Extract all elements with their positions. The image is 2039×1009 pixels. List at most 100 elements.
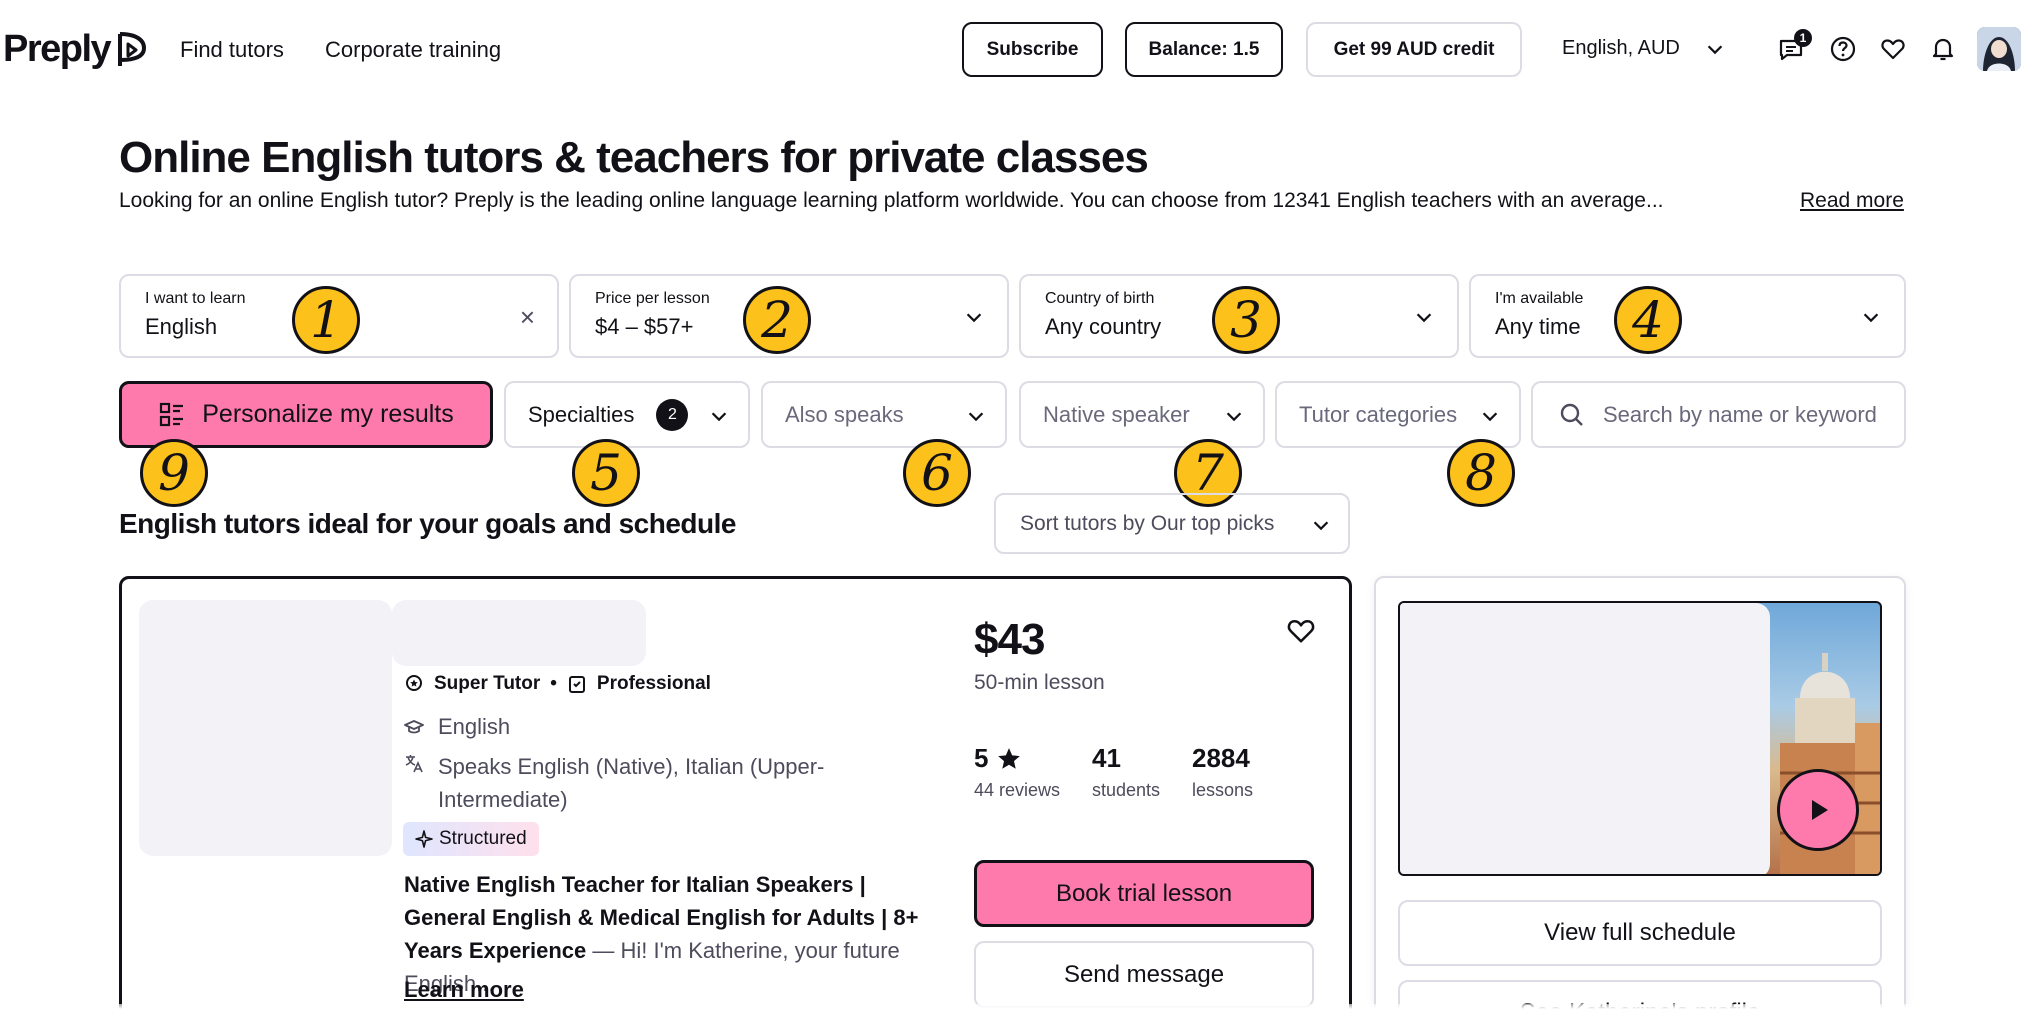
search-by-name-input[interactable]: Search by name or keyword (1531, 381, 1906, 448)
filter-tutor-categories[interactable]: Tutor categories (1275, 381, 1521, 448)
structured-badge: Structured (403, 822, 539, 856)
language-currency-selector[interactable]: English, AUD (1562, 37, 1726, 60)
marker-2: 2 (743, 286, 811, 354)
chevron-down-icon (711, 412, 727, 422)
nav-corporate-training[interactable]: Corporate training (325, 37, 501, 63)
marker-6: 6 (903, 439, 971, 507)
user-avatar[interactable] (1977, 27, 2021, 71)
filter-also-speaks[interactable]: Also speaks (761, 381, 1007, 448)
lessons-count: 2884 (1192, 743, 1250, 773)
heart-icon[interactable] (1285, 615, 1317, 647)
chevron-down-icon (1226, 412, 1242, 422)
rating-value: 5 (974, 743, 989, 773)
help-icon (1830, 36, 1856, 62)
filter-value: Any time (1495, 314, 1581, 339)
nav-find-tutors[interactable]: Find tutors (180, 37, 284, 63)
help-button[interactable] (1827, 33, 1859, 65)
page-description: Looking for an online English tutor? Pre… (119, 189, 1664, 212)
results-title: English tutors ideal for your goals and … (119, 508, 737, 539)
marker-5: 5 (572, 439, 640, 507)
star-icon (998, 747, 1021, 769)
search-placeholder: Search by name or keyword (1603, 401, 1877, 427)
tutor-photo-placeholder[interactable] (139, 600, 392, 856)
tutor-name-placeholder[interactable] (392, 600, 646, 666)
play-icon (1812, 800, 1828, 820)
subject-label: English (438, 714, 511, 739)
saved-tutors-button[interactable] (1877, 33, 1909, 65)
also-speaks-label: Also speaks (785, 401, 904, 427)
subscribe-button[interactable]: Subscribe (962, 22, 1103, 77)
chevron-down-icon (1482, 412, 1498, 422)
marker-9: 9 (140, 439, 208, 507)
tutor-side-card: View full schedule See Katherine's profi… (1374, 576, 1906, 1009)
preply-logo[interactable]: Preply (3, 28, 148, 71)
heart-icon (1881, 39, 1905, 60)
clear-icon[interactable]: × (520, 302, 535, 333)
language-currency-label: English, AUD (1562, 37, 1680, 59)
filter-specialties[interactable]: Specialties 2 (504, 381, 750, 448)
send-message-button[interactable]: Send message (974, 941, 1314, 1008)
notifications-button[interactable] (1927, 33, 1959, 65)
students-count: 41 (1092, 743, 1121, 773)
personalize-icon (160, 402, 184, 426)
balance-button[interactable]: Balance: 1.5 (1125, 22, 1283, 77)
tutor-badges: Super Tutor • Professional (404, 673, 711, 695)
play-button[interactable] (1777, 769, 1859, 851)
avatar-image (1977, 27, 2021, 71)
sort-dropdown[interactable]: Sort tutors by Our top picks (994, 493, 1350, 554)
video-placeholder (1400, 603, 1770, 874)
get-credit-button[interactable]: Get 99 AUD credit (1306, 22, 1522, 77)
chevron-down-icon (1313, 521, 1329, 531)
students-label: students (1092, 780, 1161, 800)
bottom-fade (0, 1004, 2039, 1009)
messages-badge: 1 (1794, 29, 1812, 47)
professional-icon (568, 676, 585, 693)
lessons-label: lessons (1192, 780, 1254, 800)
book-trial-lesson-button[interactable]: Book trial lesson (974, 860, 1314, 927)
chevron-down-icon (966, 313, 982, 323)
chevron-down-icon (1707, 44, 1723, 54)
bell-icon (1932, 38, 1954, 61)
structured-label: Structured (439, 828, 527, 849)
chevron-down-icon (1863, 313, 1879, 323)
graduation-cap-icon (404, 720, 424, 734)
page-title: Online English tutors & teachers for pri… (119, 133, 1149, 182)
super-tutor-label: Super Tutor (434, 673, 541, 694)
filter-label: I'm available (1495, 290, 1584, 307)
read-more-link[interactable]: Read more (1800, 189, 1904, 213)
top-header: Preply Find tutors Corporate training Su… (0, 0, 2039, 100)
speaks-label: Speaks English (Native), Italian (Upper-… (438, 754, 825, 812)
reviews-label: 44 reviews (974, 780, 1061, 800)
lesson-price: $43 (974, 615, 1045, 664)
personalize-results-button[interactable]: Personalize my results (119, 381, 493, 448)
professional-label: Professional (596, 673, 711, 694)
chevron-down-icon (968, 412, 984, 422)
filter-availability[interactable]: I'm available Any time (1469, 274, 1906, 358)
tutor-card[interactable]: Super Tutor • Professional English Speak… (119, 576, 1352, 1009)
specialties-label: Specialties (528, 401, 635, 427)
learn-more-link[interactable]: Learn more (404, 977, 524, 1003)
lessons-stat: 2884 lessons (1192, 743, 1253, 801)
view-full-schedule-button[interactable]: View full schedule (1398, 900, 1882, 966)
marker-4: 4 (1614, 286, 1682, 354)
marker-8: 8 (1447, 439, 1515, 507)
tutor-subject: English (404, 714, 510, 740)
sort-label: Sort tutors by Our top picks (1020, 511, 1275, 535)
rating-stat: 5 44 reviews (974, 743, 1060, 801)
tutor-categories-label: Tutor categories (1299, 401, 1458, 427)
search-icon (1560, 403, 1583, 426)
lesson-duration: 50-min lesson (974, 671, 1105, 694)
sparkle-icon (415, 830, 433, 848)
logo-mark-icon (118, 31, 147, 66)
students-stat: 41 students (1092, 743, 1160, 801)
messages-button[interactable]: 1 (1775, 29, 1812, 65)
filter-native-speaker[interactable]: Native speaker (1019, 381, 1265, 448)
marker-3: 3 (1212, 286, 1280, 354)
chevron-down-icon (1416, 313, 1432, 323)
super-tutor-icon (406, 675, 422, 691)
translate-icon (405, 755, 423, 773)
intro-video[interactable] (1398, 601, 1882, 876)
logo-text: Preply (3, 28, 112, 70)
badge-separator: • (550, 673, 557, 694)
marker-1: 1 (292, 286, 360, 354)
